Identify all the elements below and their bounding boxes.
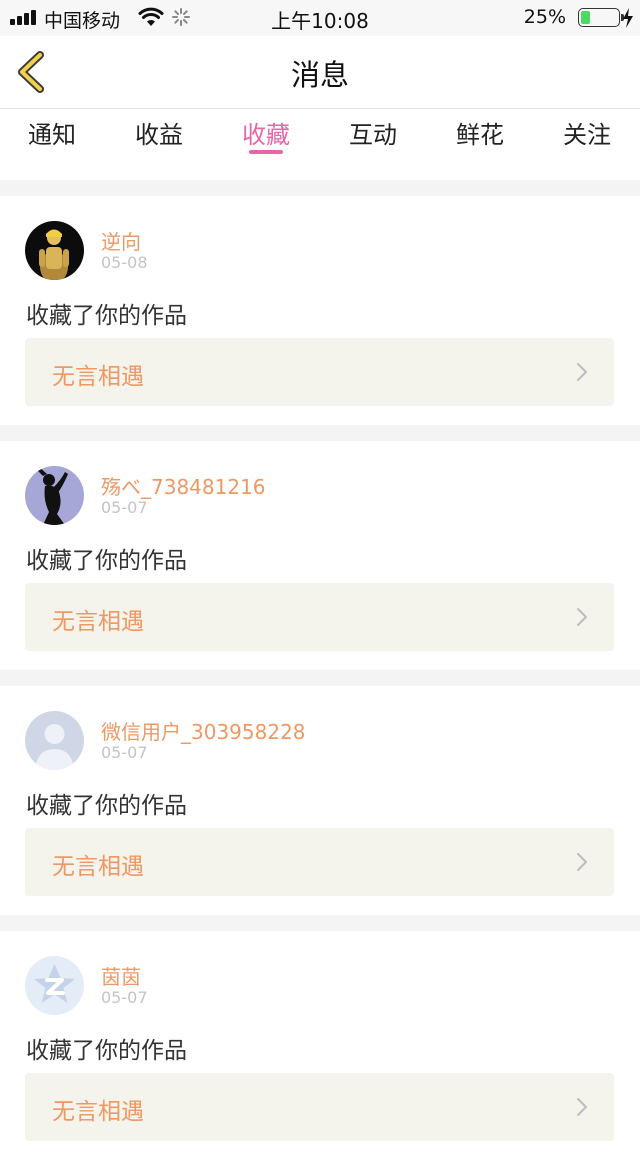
message-card: 茵茵 05-07 收藏了你的作品 无言相遇 [0, 931, 640, 1159]
work-link[interactable]: 无言相遇 [25, 338, 614, 406]
tab-favorites[interactable]: 收藏 [242, 115, 290, 150]
message-date: 05-08 [101, 253, 148, 272]
golden-figure-avatar-icon [25, 221, 84, 280]
work-link[interactable]: 无言相遇 [25, 1073, 614, 1141]
avatar[interactable] [25, 221, 84, 280]
charging-bolt-icon [623, 8, 633, 28]
default-user-avatar-icon [25, 711, 84, 770]
chevron-right-icon [577, 608, 587, 626]
chevron-right-icon [577, 363, 587, 381]
section-divider [0, 425, 640, 441]
tab-interactions[interactable]: 互动 [349, 115, 397, 150]
section-divider [0, 915, 640, 931]
message-action: 收藏了你的作品 [26, 548, 187, 574]
avatar[interactable] [25, 956, 84, 1015]
message-action: 收藏了你的作品 [26, 793, 187, 819]
work-link[interactable]: 无言相遇 [25, 583, 614, 651]
nav-bar: 消息 [0, 36, 640, 109]
message-action: 收藏了你的作品 [26, 303, 187, 329]
username[interactable]: 殇べ_738481216 [101, 471, 266, 500]
username[interactable]: 微信用户_303958228 [101, 716, 306, 745]
avatar[interactable] [25, 711, 84, 770]
tab-earnings[interactable]: 收益 [135, 115, 183, 150]
work-title: 无言相遇 [52, 364, 144, 390]
username[interactable]: 茵茵 [101, 961, 141, 990]
tab-following[interactable]: 关注 [563, 115, 611, 150]
avatar[interactable] [25, 466, 84, 525]
message-date: 05-07 [101, 498, 148, 517]
status-bar: 中国移动 上午10:08 25% [0, 0, 640, 36]
tab-bar: 通知 收益 收藏 互动 鲜花 关注 [0, 109, 640, 179]
work-title: 无言相遇 [52, 1099, 144, 1125]
active-tab-indicator [249, 150, 283, 154]
chevron-right-icon [577, 853, 587, 871]
work-title: 无言相遇 [52, 609, 144, 635]
tab-notifications[interactable]: 通知 [28, 115, 76, 150]
section-divider [0, 180, 640, 196]
username[interactable]: 逆向 [101, 226, 141, 255]
message-card: 逆向 05-08 收藏了你的作品 无言相遇 [0, 196, 640, 424]
message-date: 05-07 [101, 743, 148, 762]
work-title: 无言相遇 [52, 854, 144, 880]
message-card: 殇べ_738481216 05-07 收藏了你的作品 无言相遇 [0, 441, 640, 669]
message-date: 05-07 [101, 988, 148, 1007]
message-card: 微信用户_303958228 05-07 收藏了你的作品 无言相遇 [0, 686, 640, 914]
message-action: 收藏了你的作品 [26, 1038, 187, 1064]
section-divider [0, 670, 640, 686]
work-link[interactable]: 无言相遇 [25, 828, 614, 896]
page-title: 消息 [290, 58, 349, 92]
silhouette-avatar-icon [25, 466, 84, 525]
battery-percent: 25% [523, 6, 566, 28]
chevron-right-icon [577, 1098, 587, 1116]
tab-flowers[interactable]: 鲜花 [456, 115, 504, 150]
battery-icon [578, 8, 624, 27]
qq-default-avatar-icon [25, 956, 84, 1015]
